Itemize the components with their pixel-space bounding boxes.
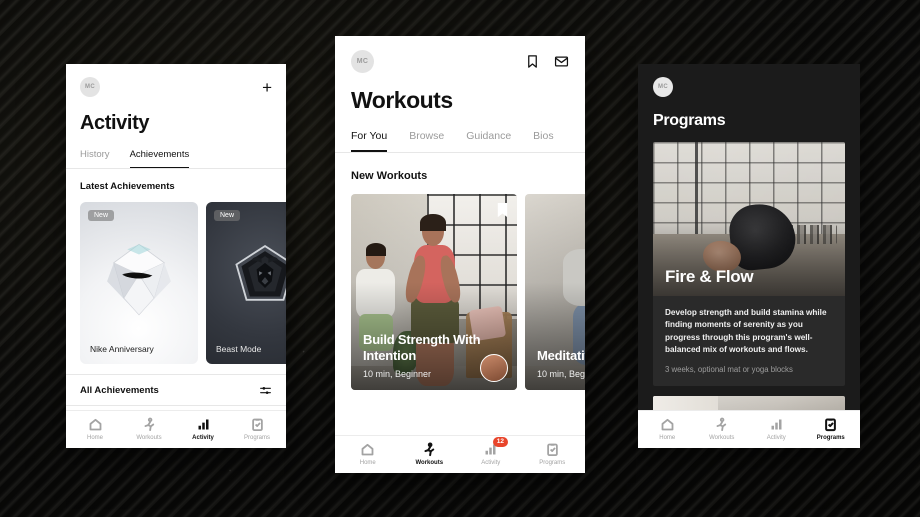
- section-title-latest-achievements: Latest Achievements: [80, 181, 175, 192]
- all-achievements-row[interactable]: All Achievements: [66, 375, 286, 405]
- nav-label: Activity: [192, 435, 214, 441]
- tab-browse[interactable]: Browse: [409, 130, 444, 152]
- tab-guidance[interactable]: Guidance: [466, 130, 511, 152]
- coach-avatar[interactable]: [480, 354, 508, 382]
- home-icon: [660, 417, 675, 432]
- nav-label: Activity: [766, 435, 786, 441]
- workouts-header-icons: [525, 54, 569, 69]
- activity-tabs: History Achievements: [80, 149, 272, 168]
- runner-icon: [714, 417, 729, 432]
- page-title: Activity: [80, 112, 150, 134]
- programs-header: MC Programs: [638, 64, 860, 130]
- achievement-name: Beast Mode: [216, 344, 262, 354]
- activity-header: MC + Activity History Achievements: [66, 64, 286, 168]
- nav-item-home[interactable]: Home: [337, 442, 399, 466]
- program-photo: Fire & Flow: [653, 142, 845, 296]
- notification-badge: 12: [492, 437, 508, 448]
- workouts-tabs: For You Browse Guidance Bios: [335, 130, 585, 152]
- activity-top-bar: MC +: [80, 76, 272, 98]
- bar-chart-icon: [198, 419, 208, 430]
- section-title-new-workouts: New Workouts: [351, 170, 428, 182]
- tab-history[interactable]: History: [80, 149, 110, 168]
- nav-label: Programs: [816, 435, 845, 441]
- nav-label: Programs: [539, 460, 566, 466]
- nav-item-workouts[interactable]: Workouts: [122, 417, 176, 441]
- phone-screen-workouts: MC Workouts For You Browse Guidance Bios…: [335, 36, 585, 473]
- mail-icon[interactable]: [554, 54, 569, 69]
- bookmark-icon[interactable]: [525, 54, 540, 69]
- lion-crest-icon: [235, 244, 286, 301]
- diamond-gem-icon: [107, 243, 171, 316]
- nav-label: Programs: [243, 435, 270, 441]
- bookmark-icon[interactable]: [497, 203, 508, 217]
- runner-icon: [422, 442, 437, 457]
- nav-label: Home: [86, 435, 103, 441]
- clipboard-check-icon: [823, 418, 838, 432]
- program-card-fire-and-flow[interactable]: Fire & Flow Develop strength and build s…: [653, 142, 845, 386]
- achievement-card-nike-anniversary[interactable]: New Nike Anniversary: [80, 202, 198, 364]
- add-button[interactable]: +: [262, 79, 272, 96]
- nav-item-programs[interactable]: Programs: [230, 417, 284, 441]
- nav-item-activity[interactable]: 12 Activity: [460, 437, 522, 466]
- bottom-navigation: Home Workouts Activity Programs: [638, 410, 860, 448]
- all-achievements-label: All Achievements: [80, 384, 159, 396]
- clipboard-check-icon: [250, 418, 265, 432]
- workout-meta: 10 min, Beg: [537, 369, 585, 379]
- workouts-top-bar: MC: [335, 36, 585, 73]
- nav-label: Workouts: [415, 460, 444, 466]
- bar-chart-icon: [771, 419, 782, 430]
- workout-cards-row: Build Strength With Intention 10 min, Be…: [335, 182, 585, 390]
- achievement-name: Nike Anniversary: [90, 344, 154, 354]
- achievements-row: New Nike Anniversary New Beast Mode: [66, 192, 286, 364]
- page-title: Workouts: [351, 87, 453, 113]
- workout-card-meditative[interactable]: Meditative 10 min, Beg: [525, 194, 585, 390]
- nav-label: Activity: [481, 460, 501, 466]
- home-icon: [360, 442, 375, 457]
- nav-item-programs[interactable]: Programs: [804, 417, 859, 441]
- nav-label: Workouts: [136, 435, 162, 441]
- avatar[interactable]: MC: [653, 77, 673, 97]
- runner-icon: [142, 417, 157, 432]
- nav-item-activity[interactable]: Activity: [176, 417, 230, 441]
- tab-achievements[interactable]: Achievements: [129, 149, 190, 168]
- sliders-icon[interactable]: [259, 384, 272, 397]
- avatar[interactable]: MC: [351, 50, 374, 73]
- tab-for-you[interactable]: For You: [351, 130, 388, 152]
- workout-card-build-strength[interactable]: Build Strength With Intention 10 min, Be…: [351, 194, 517, 390]
- avatar[interactable]: MC: [80, 77, 100, 97]
- nav-item-workouts[interactable]: Workouts: [695, 417, 750, 441]
- nav-item-workouts[interactable]: Workouts: [399, 442, 461, 466]
- program-body: Develop strength and build stamina while…: [653, 296, 845, 386]
- clipboard-check-icon: [545, 443, 560, 457]
- nav-label: Workouts: [709, 435, 735, 441]
- phone-screen-programs: MC Programs Fire & Flow Develop strength…: [638, 64, 860, 448]
- nav-item-home[interactable]: Home: [68, 417, 122, 441]
- nav-label: Home: [659, 435, 676, 441]
- page-title: Programs: [653, 112, 726, 129]
- divider: [66, 405, 286, 406]
- bottom-navigation: Home Workouts Activity Programs: [66, 410, 286, 448]
- bottom-navigation: Home Workouts 12 Activity Programs: [335, 435, 585, 473]
- nav-label: Home: [359, 460, 376, 466]
- screenshot-stage: MC + Activity History Achievements Lates…: [0, 0, 920, 517]
- program-details: 3 weeks, optional mat or yoga blocks: [665, 364, 793, 374]
- tab-bios[interactable]: Bios: [533, 130, 553, 152]
- workout-card-text: Meditative 10 min, Beg: [537, 348, 585, 379]
- home-icon: [88, 417, 103, 432]
- nav-item-home[interactable]: Home: [640, 417, 695, 441]
- program-description: Develop strength and build stamina while…: [665, 308, 827, 355]
- phone-screen-activity: MC + Activity History Achievements Lates…: [66, 64, 286, 448]
- new-badge: New: [88, 210, 115, 221]
- nav-item-activity[interactable]: Activity: [749, 417, 804, 441]
- achievement-card-beast-mode[interactable]: New Beast Mode: [206, 202, 286, 364]
- new-badge: New: [214, 210, 241, 221]
- nav-item-programs[interactable]: Programs: [522, 442, 584, 466]
- workout-title: Meditative: [537, 347, 585, 363]
- program-name: Fire & Flow: [665, 267, 754, 286]
